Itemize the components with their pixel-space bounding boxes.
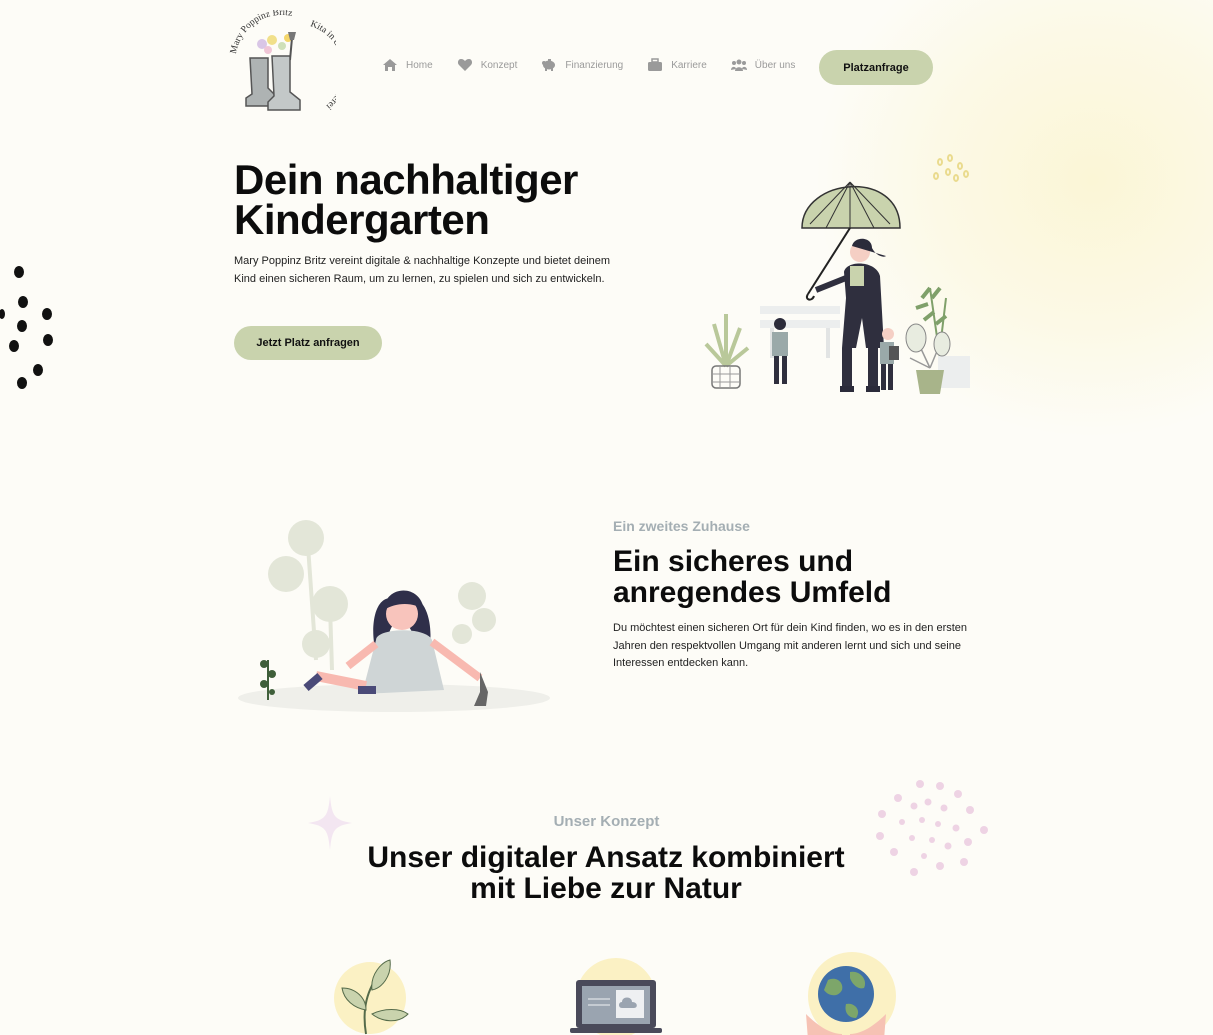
piggy-bank-icon (542, 59, 556, 71)
nav-item-label: Karriere (671, 59, 707, 71)
logo-text-side: Kita in der alten Gärtnerei (309, 19, 336, 111)
nav-item-finanzierung[interactable]: Finanzierung (541, 58, 623, 72)
hero-description: Mary Poppinz Britz vereint digitale & na… (234, 255, 611, 285)
section2-description: Du möchtest einen sicheren Ort für dein … (613, 622, 968, 669)
section3-title-line: mit Liebe zur Natur (470, 872, 742, 905)
main-nav: Home Konzept Finanzierung Karriere Über … (382, 58, 795, 72)
section2-kicker: Ein zweites Zuhause (613, 518, 750, 534)
hero-title-line: Kindergarten (234, 196, 490, 243)
nav-item-karriere[interactable]: Karriere (647, 58, 707, 72)
svg-text:Kita in der alten Gärtnerei: Kita in der alten Gärtnerei (309, 19, 336, 111)
globe-hands-icon (806, 952, 896, 1035)
hero-title: Dein nachhaltiger Kindergarten (234, 159, 674, 243)
request-place-button[interactable]: Jetzt Platz anfragen (234, 326, 382, 360)
nav-item-home[interactable]: Home (382, 58, 433, 72)
home-icon (383, 59, 397, 71)
laptop-cloud-icon (570, 958, 662, 1035)
section2-title: Ein sicheres und anregendes Umfeld (613, 546, 993, 608)
nav-item-label: Finanzierung (565, 59, 624, 71)
nav-item-label: Konzept (480, 59, 518, 71)
decorative-dots (0, 266, 53, 389)
section3-title-line: Unser digitaler Ansatz kombiniert (367, 841, 845, 874)
section2-title-line: Ein sicheres und (613, 545, 854, 578)
section3-kicker: Unser Konzept (553, 813, 660, 830)
logo[interactable]: Mary Poppinz Britz Kita in der alten Gär… (228, 10, 336, 122)
nav-item-ueber-uns[interactable]: Über uns (730, 58, 796, 72)
section2-title-line: anregendes Umfeld (613, 576, 892, 609)
platzanfrage-button[interactable]: Platzanfrage (819, 50, 933, 85)
briefcase-icon (648, 58, 663, 71)
leaf-icon (334, 959, 409, 1035)
girl-gardening-illustration (238, 520, 550, 712)
mother-children-illustration (704, 154, 970, 394)
nav-item-label: Home (406, 59, 433, 71)
heart-icon (457, 59, 472, 71)
nav-item-konzept[interactable]: Konzept (457, 58, 518, 72)
page: Mary Poppinz Britz Kita in der alten Gär… (0, 0, 1213, 1035)
nav-item-label: Über uns (754, 59, 796, 71)
section3-title: Unser digitaler Ansatz kombiniert mit Li… (306, 842, 906, 904)
users-icon (730, 59, 747, 71)
